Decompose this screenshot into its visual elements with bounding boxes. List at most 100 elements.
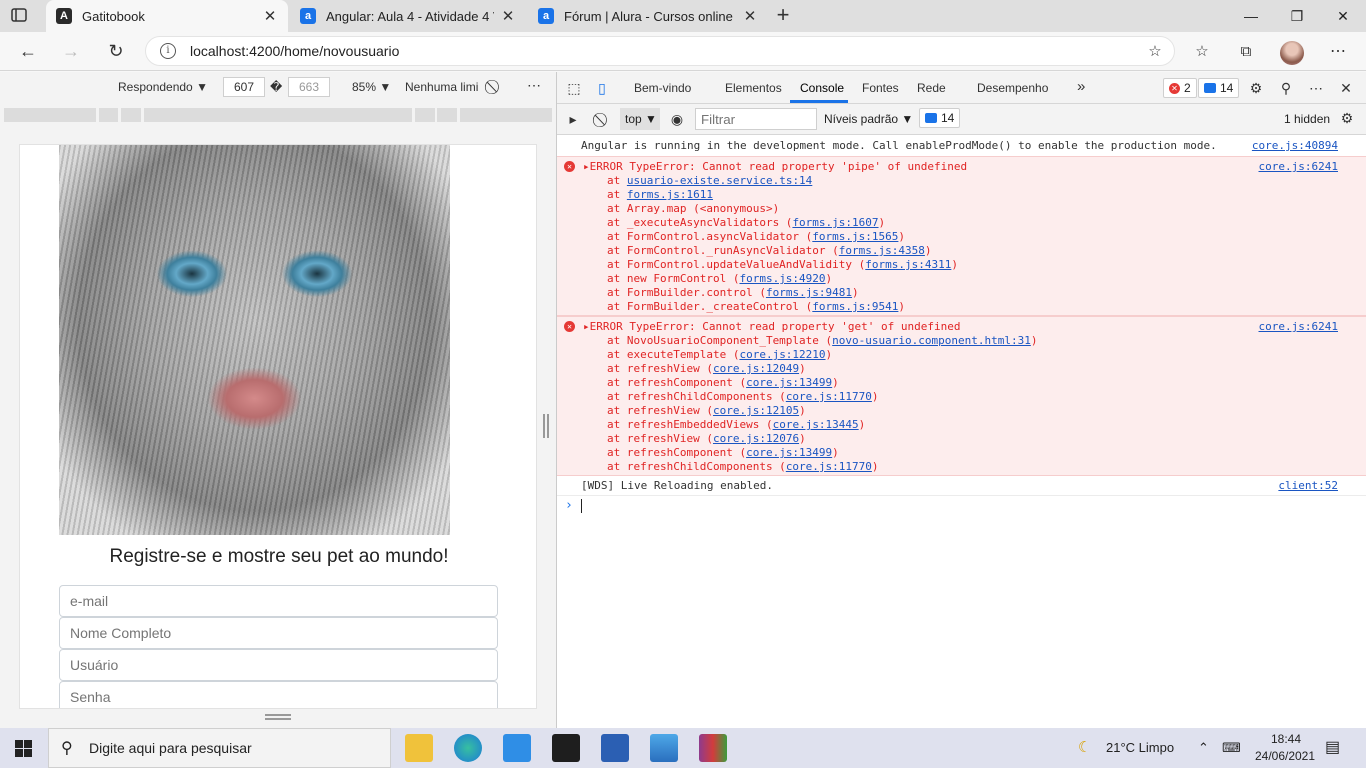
- side-resize-handle[interactable]: [543, 414, 549, 438]
- stack-frame-link[interactable]: novo-usuario.component.html:31: [832, 334, 1031, 347]
- stack-frame-link[interactable]: core.js:11770: [786, 460, 872, 473]
- message-source-link[interactable]: core.js:6241: [1259, 320, 1338, 333]
- issues-badge[interactable]: 14: [919, 108, 961, 128]
- ruler-segment[interactable]: [460, 108, 552, 122]
- live-expression-icon[interactable]: ◉: [668, 110, 686, 128]
- url-field[interactable]: i localhost:4200/home/novousuario: [145, 36, 1175, 66]
- weather-text[interactable]: 21°C Limpo: [1106, 728, 1174, 768]
- console-settings-icon[interactable]: ⚙: [1338, 109, 1356, 127]
- stack-frame-link[interactable]: core.js:12049: [713, 362, 799, 375]
- stack-frame-link[interactable]: forms.js:4311: [865, 258, 951, 271]
- tab-angular-aula[interactable]: a Angular: Aula 4 - Atividade 4 Vali ✕: [290, 0, 526, 32]
- favorites-icon[interactable]: ☆: [1188, 38, 1216, 64]
- tab-console[interactable]: Console: [800, 81, 844, 95]
- close-tab-icon[interactable]: ✕: [262, 7, 278, 25]
- inspect-icon[interactable]: ⬚: [565, 79, 583, 97]
- stack-frame-link[interactable]: forms.js:9481: [766, 286, 852, 299]
- edge-icon[interactable]: [454, 734, 482, 762]
- stack-frame-link[interactable]: core.js:13499: [746, 446, 832, 459]
- clock-date[interactable]: 24/06/2021: [1248, 749, 1322, 763]
- forward-icon[interactable]: →: [57, 38, 85, 64]
- username-field[interactable]: [59, 649, 498, 681]
- stack-frame-link[interactable]: forms.js:1607: [792, 216, 878, 229]
- device-toggle-icon[interactable]: ▯: [593, 79, 611, 97]
- tab-forum-alura[interactable]: a Fórum | Alura - Cursos online de ✕: [528, 0, 768, 32]
- tab-network[interactable]: Rede: [917, 81, 946, 95]
- close-tab-icon[interactable]: ✕: [742, 7, 758, 25]
- message-count-badge[interactable]: 14: [1198, 78, 1240, 98]
- sidebar-toggle-icon[interactable]: ▸: [564, 110, 582, 128]
- stack-frame-link[interactable]: core.js:12210: [739, 348, 825, 361]
- tab-sources[interactable]: Fontes: [862, 81, 899, 95]
- ruler-segment[interactable]: [437, 108, 457, 122]
- clear-console-icon[interactable]: ⃠: [594, 110, 612, 128]
- ruler-segment[interactable]: [121, 108, 141, 122]
- network-icon[interactable]: ⌨: [1222, 728, 1241, 768]
- restore-icon[interactable]: ❐: [1274, 0, 1320, 32]
- console-prompt[interactable]: ›: [557, 497, 1366, 515]
- photos-icon[interactable]: [650, 734, 678, 762]
- full-name-field[interactable]: [59, 617, 498, 649]
- stack-frame-link[interactable]: forms.js:1565: [812, 230, 898, 243]
- terminal-icon[interactable]: [552, 734, 580, 762]
- stack-frame-link[interactable]: usuario-existe.service.ts:14: [627, 174, 812, 187]
- error-title[interactable]: ▸ERROR TypeError: Cannot read property '…: [583, 320, 961, 334]
- zoom-dropdown[interactable]: 85% ▼: [352, 80, 391, 94]
- dimensions-dropdown[interactable]: Respondendo ▼: [118, 80, 208, 94]
- new-tab-icon[interactable]: +: [771, 4, 795, 28]
- filter-input[interactable]: [695, 108, 817, 130]
- tray-chevron-icon[interactable]: ⌃: [1198, 728, 1209, 768]
- profile-avatar[interactable]: [1280, 41, 1304, 65]
- stack-frame-link[interactable]: core.js:13445: [773, 418, 859, 431]
- context-selector[interactable]: top ▼: [620, 108, 660, 130]
- taskbar-search[interactable]: ⚲ Digite aqui para pesquisar: [48, 728, 391, 768]
- tab-welcome[interactable]: Bem-vindo: [634, 81, 691, 95]
- width-input[interactable]: 607: [223, 77, 265, 97]
- message-source-link[interactable]: core.js:40894: [1252, 139, 1338, 152]
- devtools-more-icon[interactable]: ⋯: [1307, 79, 1325, 97]
- ruler-segment[interactable]: [144, 108, 412, 122]
- add-favorite-icon[interactable]: ☆: [1141, 38, 1169, 64]
- back-icon[interactable]: ←: [14, 38, 42, 64]
- error-title[interactable]: ▸ERROR TypeError: Cannot read property '…: [583, 160, 967, 174]
- stack-frame-link[interactable]: forms.js:9541: [812, 300, 898, 313]
- error-count-badge[interactable]: ✕ 2: [1163, 78, 1197, 98]
- email-field[interactable]: [59, 585, 498, 617]
- notifications-icon[interactable]: ▤: [1325, 728, 1340, 768]
- message-source-link[interactable]: core.js:6241: [1259, 160, 1338, 173]
- settings-icon[interactable]: ⚙: [1247, 79, 1265, 97]
- more-tabs-icon[interactable]: »: [1077, 78, 1085, 95]
- reload-icon[interactable]: ↻: [102, 38, 130, 64]
- file-explorer-icon[interactable]: [405, 734, 433, 762]
- message-source-link[interactable]: client:52: [1278, 479, 1338, 492]
- stack-frame-link[interactable]: core.js:11770: [786, 390, 872, 403]
- stack-frame-link[interactable]: core.js:13499: [746, 376, 832, 389]
- tab-performance[interactable]: Desempenho: [977, 81, 1048, 95]
- clock-time[interactable]: 18:44: [1262, 732, 1310, 746]
- collections-icon[interactable]: ⧉: [1232, 38, 1260, 64]
- close-window-icon[interactable]: ✕: [1320, 0, 1366, 32]
- ruler-segment[interactable]: [99, 108, 118, 122]
- tab-actions-icon[interactable]: [10, 6, 38, 26]
- bottom-resize-handle[interactable]: [265, 714, 291, 720]
- stack-frame-link[interactable]: forms.js:4358: [839, 244, 925, 257]
- ruler-segment[interactable]: [415, 108, 435, 122]
- windows-start-icon[interactable]: [15, 740, 32, 760]
- customize-icon[interactable]: ⚲: [1277, 79, 1295, 97]
- word-icon[interactable]: [601, 734, 629, 762]
- more-icon[interactable]: ⋯: [1324, 38, 1352, 64]
- close-tab-icon[interactable]: ✕: [500, 7, 516, 25]
- vscode-icon[interactable]: [503, 734, 531, 762]
- password-field[interactable]: [59, 681, 498, 708]
- stack-frame-link[interactable]: forms.js:4920: [739, 272, 825, 285]
- stack-frame-link[interactable]: core.js:12105: [713, 404, 799, 417]
- ruler-segment[interactable]: [4, 108, 96, 122]
- site-info-icon[interactable]: i: [160, 43, 176, 59]
- more-options-icon[interactable]: ⋯: [527, 77, 541, 94]
- tab-gatitobook[interactable]: A Gatitobook ✕: [46, 0, 288, 32]
- height-input[interactable]: 663: [288, 77, 330, 97]
- log-levels-dropdown[interactable]: Níveis padrão ▼: [824, 112, 913, 126]
- tab-elements[interactable]: Elementos: [725, 81, 782, 95]
- minimize-icon[interactable]: —: [1228, 0, 1274, 32]
- close-devtools-icon[interactable]: ✕: [1337, 79, 1355, 97]
